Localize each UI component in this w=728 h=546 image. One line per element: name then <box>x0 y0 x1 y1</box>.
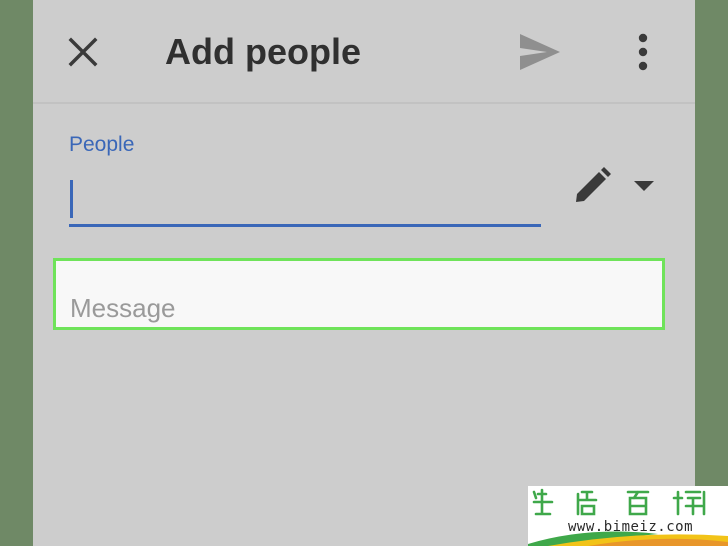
send-button[interactable] <box>517 31 563 73</box>
text-cursor <box>70 180 73 218</box>
more-options-button[interactable] <box>629 30 657 74</box>
close-button[interactable] <box>63 32 103 72</box>
app-window: Add people People Message <box>33 0 695 546</box>
message-field[interactable]: Message <box>53 258 665 330</box>
people-dropdown-button[interactable] <box>631 178 657 194</box>
pencil-icon <box>576 167 611 202</box>
close-icon <box>68 37 98 67</box>
people-label: People <box>69 133 135 156</box>
people-input[interactable] <box>69 172 541 227</box>
more-vert-icon <box>638 33 648 71</box>
page-title: Add people <box>165 31 361 72</box>
arrow-drop-down-icon <box>634 181 654 191</box>
watermark-url: www.bimeiz.com <box>568 519 694 535</box>
watermark: www.bimeiz.com <box>528 486 728 546</box>
message-placeholder: Message <box>70 293 176 323</box>
edit-button[interactable] <box>573 167 611 205</box>
send-icon <box>520 34 560 70</box>
watermark-logo-icon <box>532 488 706 516</box>
app-bar: Add people <box>33 0 695 104</box>
